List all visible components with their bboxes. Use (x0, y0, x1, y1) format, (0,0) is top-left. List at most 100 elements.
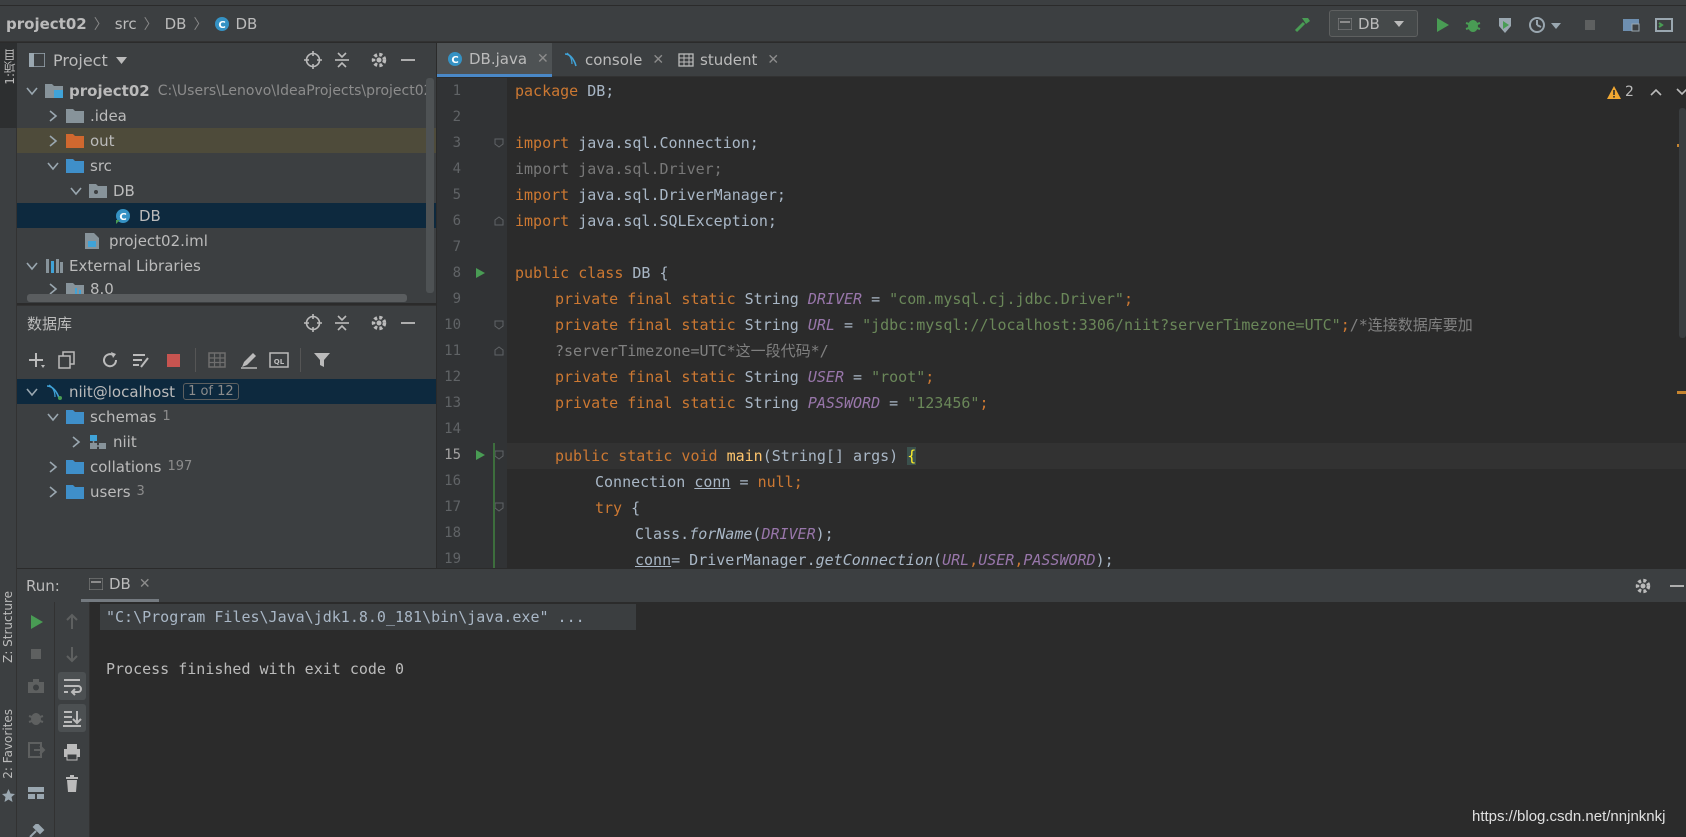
tree-item-users[interactable]: users 3 (17, 479, 436, 504)
scroll-to-end-icon[interactable] (58, 704, 86, 732)
fold-icon[interactable] (494, 346, 504, 356)
fold-icon[interactable] (494, 450, 504, 460)
error-stripe-mark[interactable] (1677, 391, 1686, 394)
duplicate-icon[interactable] (57, 350, 77, 370)
collapse-all-icon[interactable] (333, 314, 351, 332)
fold-icon[interactable] (494, 216, 504, 226)
code-editor[interactable]: package DB; import java.sql.Connection; … (507, 78, 1686, 568)
breadcrumb-project[interactable]: project02 (6, 15, 87, 33)
minimize-icon[interactable] (400, 51, 416, 69)
chevron-down-icon[interactable] (1676, 88, 1686, 96)
terminal-icon[interactable] (1654, 15, 1674, 35)
add-plus-icon[interactable] (27, 350, 47, 370)
tree-item-schemas[interactable]: schemas 1 (17, 404, 436, 429)
chevron-right-icon[interactable] (46, 460, 60, 474)
gear-icon[interactable] (370, 51, 388, 69)
layout-icon[interactable] (25, 782, 47, 804)
locate-crosshair-icon[interactable] (304, 51, 322, 69)
horizontal-scrollbar[interactable] (27, 294, 407, 302)
close-icon[interactable]: ✕ (139, 576, 151, 592)
run-icon[interactable] (1432, 15, 1452, 35)
pin-icon[interactable] (25, 824, 47, 837)
refresh-icon[interactable] (100, 350, 120, 370)
gear-icon[interactable] (1634, 577, 1652, 595)
project-structure-icon[interactable] (1621, 15, 1641, 35)
arrow-down-icon[interactable] (61, 643, 83, 665)
collapse-all-icon[interactable] (333, 51, 351, 69)
run-gutter-icon[interactable] (474, 267, 486, 279)
debug-bug-icon[interactable] (25, 707, 47, 729)
tree-item-collations[interactable]: collations 197 (17, 454, 436, 479)
build-hammer-icon[interactable] (1293, 15, 1313, 35)
close-icon[interactable]: ✕ (537, 51, 549, 67)
favorites-tool-tab[interactable]: 2: Favorites (1, 709, 15, 779)
vertical-scrollbar[interactable] (1679, 108, 1686, 338)
chevron-up-icon[interactable] (1650, 88, 1662, 96)
breadcrumb-src[interactable]: src (115, 15, 137, 33)
project-tool-tab[interactable]: 1:项目 (0, 43, 17, 128)
trash-icon[interactable] (61, 773, 83, 795)
tab-console[interactable]: console ✕ (553, 43, 667, 77)
chevron-down-icon[interactable] (25, 259, 39, 273)
chevron-down-icon[interactable] (1551, 15, 1563, 35)
locate-crosshair-icon[interactable] (304, 314, 322, 332)
gear-icon[interactable] (370, 314, 388, 332)
filter-funnel-icon[interactable] (312, 350, 332, 370)
tree-item-project02[interactable]: project02 C:\Users\Lenovo\IdeaProjects\p… (17, 78, 436, 103)
tree-item-db-class[interactable]: C DB (17, 203, 436, 228)
chevron-right-icon[interactable] (69, 435, 83, 449)
profile-icon[interactable] (1527, 15, 1547, 35)
chevron-down-icon[interactable] (46, 410, 60, 424)
inspection-widget[interactable]: 2 (1607, 84, 1686, 100)
chevron-right-icon[interactable] (46, 485, 60, 499)
output-command-line[interactable]: "C:\Program Files\Java\jdk1.8.0_181\bin\… (106, 608, 585, 626)
fold-icon[interactable] (494, 502, 504, 512)
chevron-right-icon[interactable] (46, 134, 60, 148)
vertical-scrollbar[interactable] (426, 78, 434, 293)
close-icon[interactable]: ✕ (767, 52, 779, 68)
run-tab-db[interactable]: DB ✕ (81, 569, 159, 602)
exit-icon[interactable] (25, 739, 47, 761)
run-configuration-select[interactable]: DB (1329, 10, 1418, 37)
breadcrumb-package[interactable]: DB (165, 15, 187, 33)
breadcrumb-class[interactable]: DB (235, 15, 257, 33)
tree-item-niit-localhost[interactable]: niit@localhost 1 of 12 (17, 379, 436, 404)
chevron-down-icon[interactable] (25, 385, 39, 399)
chevron-down-icon[interactable] (115, 56, 127, 64)
tree-item-db-package[interactable]: DB (17, 178, 436, 203)
schema-count-badge[interactable]: 1 of 12 (183, 383, 239, 400)
chevron-down-icon[interactable] (25, 84, 39, 98)
debug-bug-icon[interactable] (1463, 15, 1483, 35)
edit-pencil-icon[interactable] (239, 350, 259, 370)
fold-icon[interactable] (494, 320, 504, 330)
tab-student[interactable]: student ✕ (668, 43, 783, 77)
chevron-down-icon[interactable] (46, 159, 60, 173)
run-gutter-icon[interactable] (474, 449, 486, 461)
tree-item-iml[interactable]: project02.iml (17, 228, 436, 253)
camera-icon[interactable] (25, 675, 47, 697)
print-icon[interactable] (61, 741, 83, 763)
tree-item-idea[interactable]: .idea (17, 103, 436, 128)
minimize-icon[interactable] (400, 314, 416, 332)
stop-icon[interactable] (25, 643, 47, 665)
table-editor-icon[interactable] (207, 350, 227, 370)
coverage-icon[interactable] (1495, 15, 1515, 35)
minimize-icon[interactable] (1669, 577, 1685, 595)
close-icon[interactable]: ✕ (652, 52, 664, 68)
tab-db-java[interactable]: C DB.java ✕ (437, 43, 552, 77)
soft-wrap-icon[interactable] (58, 672, 86, 700)
project-view-select[interactable]: Project (53, 51, 108, 70)
sql-console-icon[interactable]: QL (269, 350, 289, 370)
schema-sync-icon[interactable] (131, 350, 151, 370)
chevron-right-icon[interactable] (46, 109, 60, 123)
tree-item-niit-schema[interactable]: niit (17, 429, 436, 454)
arrow-up-icon[interactable] (61, 611, 83, 633)
chevron-down-icon[interactable] (69, 184, 83, 198)
tree-item-src[interactable]: src (17, 153, 436, 178)
fold-icon[interactable] (494, 138, 504, 148)
structure-tool-tab[interactable]: Z: Structure (1, 591, 15, 663)
stop-icon[interactable] (163, 350, 183, 370)
stop-icon[interactable] (1580, 15, 1600, 35)
rerun-icon[interactable] (25, 611, 47, 633)
tree-item-out[interactable]: out (17, 128, 436, 153)
